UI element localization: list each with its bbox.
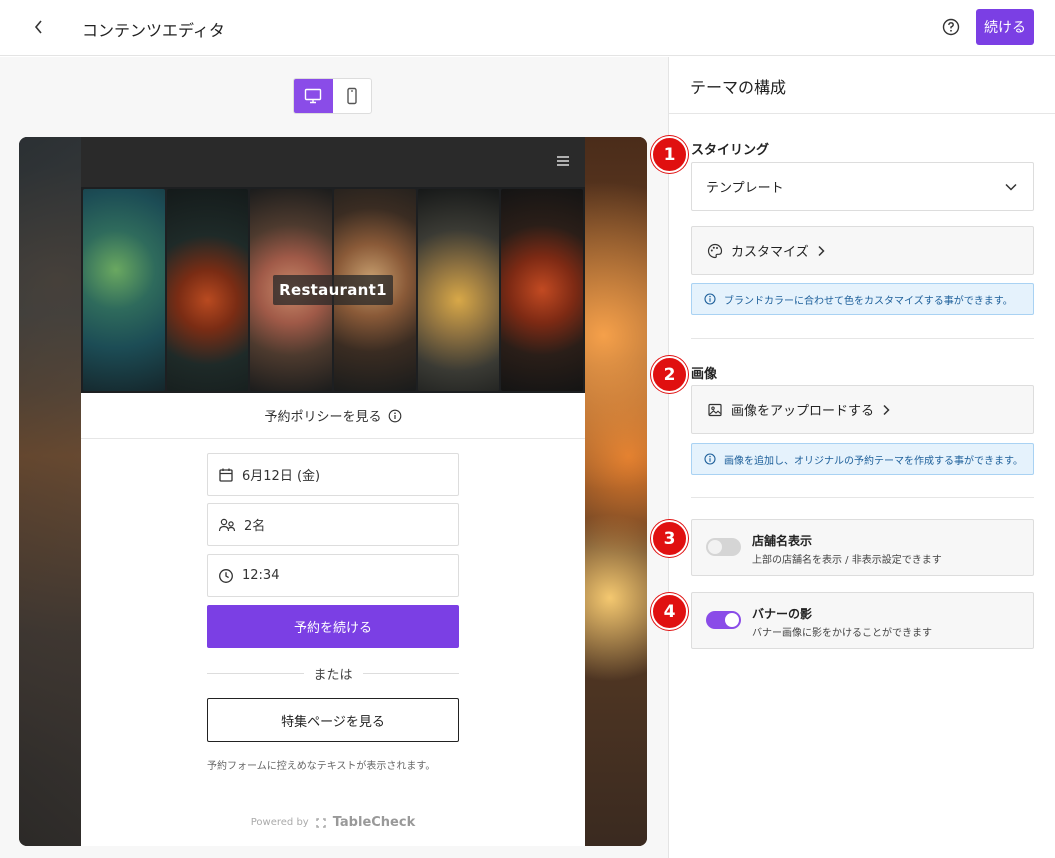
policy-link-label: 予約ポリシーを見る — [264, 410, 382, 425]
step-badge-4: 4 — [651, 593, 688, 630]
info-icon — [704, 293, 716, 305]
menu-icon[interactable] — [557, 156, 569, 166]
device-view-toggle — [293, 78, 372, 114]
step-badge-1: 1 — [651, 136, 688, 173]
tablecheck-logo-icon — [315, 817, 326, 828]
continue-reservation-button[interactable]: 予約を続ける — [207, 605, 459, 648]
chevron-down-icon — [1005, 183, 1017, 191]
upload-image-label: 画像をアップロードする — [731, 404, 875, 419]
help-icon — [942, 18, 960, 36]
banner-tile — [501, 189, 584, 391]
banner-tile — [166, 189, 249, 391]
divider-line — [207, 672, 304, 674]
powered-by-label: Powered by — [250, 817, 309, 828]
template-select-value: テンプレート — [706, 181, 784, 196]
upload-image-button[interactable]: 画像をアップロードする — [691, 385, 1034, 434]
time-value: 12:34 — [242, 568, 280, 583]
or-divider: または — [207, 664, 460, 683]
store-name-toggle-title: 店舗名表示 — [752, 534, 813, 548]
banner-tile — [83, 189, 165, 391]
page-title: コンテンツエディタ — [82, 21, 225, 40]
desktop-icon — [305, 88, 322, 104]
continue-button[interactable]: 続ける — [976, 9, 1034, 45]
store-name-toggle-description: 上部の店舗名を表示 / 非表示設定できます — [752, 555, 942, 566]
image-icon — [708, 403, 722, 416]
form-footnote: 予約フォームに控えめなテキストが表示されます。 — [207, 761, 436, 772]
restaurant-name: Restaurant1 — [273, 275, 393, 305]
tablecheck-brand: TableCheck — [332, 815, 416, 830]
divider-line — [362, 672, 460, 674]
or-text: または — [313, 667, 353, 683]
step-badge-2: 2 — [651, 356, 688, 393]
preview-area: Restaurant1 予約ポリシーを見る 6月12日 (金) 2名 12:34… — [0, 57, 668, 858]
customize-label: カスタマイズ — [731, 245, 809, 260]
toggle-knob — [708, 540, 722, 554]
party-size-field[interactable]: 2名 — [207, 503, 459, 546]
customize-info-text: ブランドカラーに合わせて色をカスタマイズする事ができます。 — [724, 295, 1013, 307]
date-value: 6月12日 (金) — [242, 469, 321, 484]
customize-button[interactable]: カスタマイズ — [691, 226, 1034, 275]
feature-page-button[interactable]: 特集ページを見る — [207, 698, 459, 742]
chevron-right-icon — [818, 245, 825, 256]
panel-title: テーマの構成 — [690, 78, 787, 97]
info-icon — [388, 409, 401, 422]
panel-title-divider — [669, 113, 1055, 114]
section-divider — [691, 338, 1034, 339]
mobile-view-button[interactable] — [333, 79, 372, 113]
image-heading: 画像 — [691, 367, 718, 382]
image-info: 画像を追加し、オリジナルの予約テーマを作成する事ができます。 — [691, 443, 1034, 475]
store-name-toggle[interactable] — [706, 538, 741, 556]
help-button[interactable] — [941, 17, 961, 37]
banner-shadow-toggle-card: バナーの影 バナー画像に影をかけることができます — [691, 592, 1034, 649]
powered-by: Powered by TableCheck — [81, 815, 585, 830]
banner-image: Restaurant1 — [81, 187, 585, 393]
toggle-knob — [725, 613, 739, 627]
date-field[interactable]: 6月12日 (金) — [207, 453, 459, 496]
policy-link[interactable]: 予約ポリシーを見る — [81, 393, 585, 439]
info-icon — [704, 453, 716, 465]
mobile-icon — [347, 87, 357, 105]
step-badge-3: 3 — [651, 520, 688, 557]
store-name-toggle-card: 店舗名表示 上部の店舗名を表示 / 非表示設定できます — [691, 519, 1034, 576]
back-button[interactable] — [28, 16, 50, 38]
clock-icon — [219, 568, 233, 583]
top-bar: コンテンツエディタ 続ける — [0, 0, 1055, 56]
section-divider — [691, 497, 1034, 498]
styling-heading: スタイリング — [691, 143, 770, 158]
chevron-right-icon — [883, 404, 890, 415]
banner-shadow-toggle[interactable] — [706, 611, 741, 629]
banner-shadow-toggle-title: バナーの影 — [752, 607, 813, 621]
template-select[interactable]: テンプレート — [691, 162, 1034, 211]
banner-tile — [417, 189, 500, 391]
preview-nav-bar — [81, 137, 585, 187]
banner-shadow-toggle-description: バナー画像に影をかけることができます — [752, 628, 932, 639]
time-field[interactable]: 12:34 — [207, 554, 459, 597]
image-info-text: 画像を追加し、オリジナルの予約テーマを作成する事ができます。 — [724, 455, 1023, 467]
desktop-view-button[interactable] — [294, 79, 333, 113]
palette-icon — [707, 243, 723, 258]
background-photo-left — [19, 137, 81, 846]
chevron-left-icon — [34, 20, 42, 34]
people-icon — [218, 518, 236, 531]
booking-page-preview: Restaurant1 予約ポリシーを見る 6月12日 (金) 2名 12:34… — [81, 137, 585, 846]
background-photo-right — [585, 137, 647, 846]
calendar-icon — [219, 468, 233, 482]
customize-info: ブランドカラーに合わせて色をカスタマイズする事ができます。 — [691, 283, 1034, 315]
panel-divider — [668, 57, 669, 858]
preview-frame: Restaurant1 予約ポリシーを見る 6月12日 (金) 2名 12:34… — [19, 137, 647, 846]
party-size-value: 2名 — [244, 519, 266, 534]
